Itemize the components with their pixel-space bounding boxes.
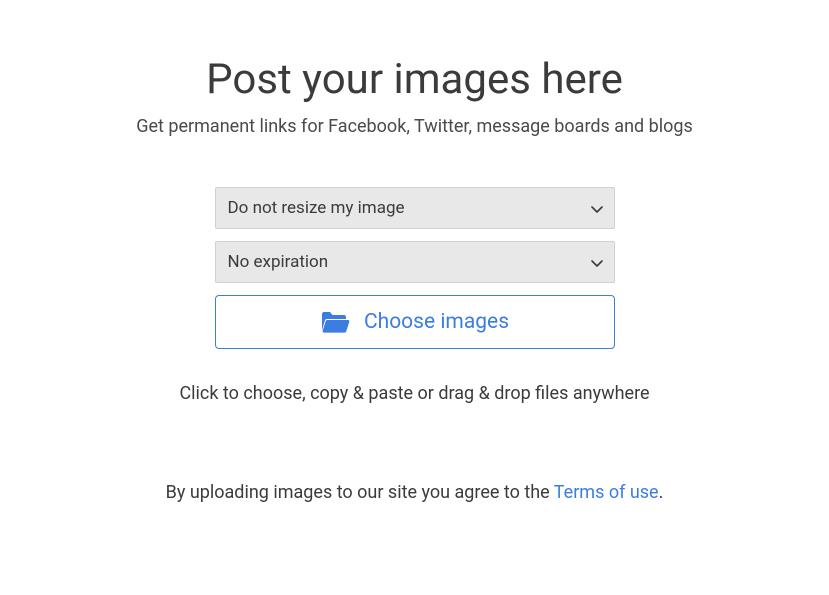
controls-group: Do not resize my image No expiration Cho… [215, 187, 615, 349]
subtitle: Get permanent links for Facebook, Twitte… [136, 116, 693, 137]
folder-open-icon [320, 310, 350, 334]
expiration-select[interactable]: No expiration [215, 241, 615, 283]
page-title: Post your images here [206, 55, 623, 104]
expiration-select-wrap: No expiration [215, 241, 615, 283]
resize-select[interactable]: Do not resize my image [215, 187, 615, 229]
terms-prefix: By uploading images to our site you agre… [166, 482, 554, 503]
expiration-select-value: No expiration [228, 252, 329, 272]
terms-line: By uploading images to our site you agre… [166, 482, 664, 503]
choose-images-button[interactable]: Choose images [215, 295, 615, 349]
resize-select-wrap: Do not resize my image [215, 187, 615, 229]
terms-of-use-link[interactable]: Terms of use [554, 482, 659, 503]
choose-images-label: Choose images [364, 310, 509, 334]
upload-hint: Click to choose, copy & paste or drag & … [179, 383, 649, 404]
terms-suffix: . [659, 482, 664, 503]
resize-select-value: Do not resize my image [228, 198, 405, 218]
